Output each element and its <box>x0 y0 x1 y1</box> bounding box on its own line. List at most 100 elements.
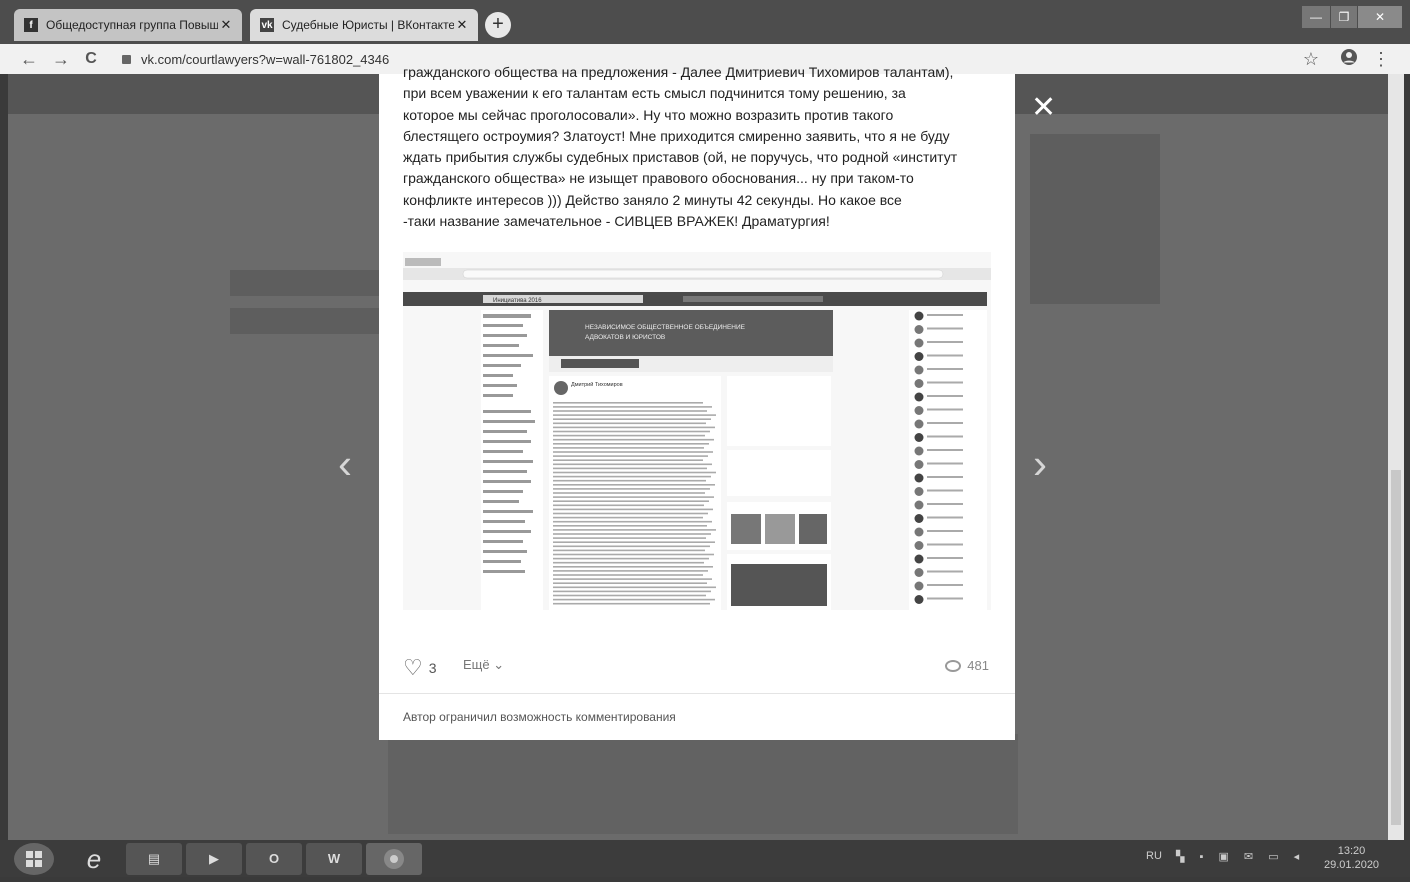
screenshot-text-line <box>553 402 703 404</box>
screenshot-text-line <box>553 447 704 449</box>
start-button[interactable] <box>14 843 54 875</box>
clock-time: 13:20 <box>1337 845 1366 857</box>
screenshot-member-name <box>927 557 963 559</box>
bookmark-star-icon[interactable]: ☆ <box>1300 48 1322 70</box>
screenshot-member-name <box>927 408 963 411</box>
screenshot-member-name <box>927 368 963 370</box>
screenshot-text-line <box>553 479 706 482</box>
screenshot-text-line <box>553 598 715 601</box>
reload-button[interactable]: C <box>80 48 102 70</box>
screenshot-member-name <box>927 489 963 492</box>
screenshot-avatar <box>914 581 924 591</box>
screenshot-text-line <box>553 570 708 572</box>
screenshot-text-line <box>553 541 715 543</box>
screenshot-member-name <box>927 341 963 343</box>
back-button[interactable]: ← <box>18 48 40 70</box>
outlook-icon[interactable]: O <box>246 843 302 875</box>
wall-post-block <box>388 734 1018 834</box>
screenshot-member-name <box>927 327 963 330</box>
screenshot-text-line <box>553 438 714 441</box>
screenshot-text-line <box>553 537 706 539</box>
url-text: vk.com/courtlawyers?w=wall-761802_4346 <box>141 51 390 67</box>
clock-date: 29.01.2020 <box>1324 859 1380 871</box>
screenshot-avatar <box>914 352 924 361</box>
screenshot-avatar <box>914 311 924 321</box>
screenshot-text-line <box>553 566 713 568</box>
screenshot-avatar <box>914 325 924 334</box>
post-text-line: при всем уважении к его талантам есть см… <box>403 85 906 102</box>
screenshot-avatar <box>914 338 924 348</box>
post-text-line: конфликте интересов ))) Действо заняло 2… <box>403 191 902 208</box>
screenshot-avatar <box>914 527 924 537</box>
view-counter: 481 <box>945 658 989 673</box>
more-button[interactable]: Ещё ⌄ <box>463 657 504 673</box>
close-viewer-icon[interactable]: ✕ <box>1031 90 1056 125</box>
group-cover <box>1030 134 1160 304</box>
screenshot-member-name <box>927 516 963 519</box>
tab-label: Судебные Юристы | ВКонтакте <box>282 18 454 32</box>
forward-button[interactable]: → <box>50 48 72 70</box>
divider <box>379 693 1015 694</box>
scrollbar-thumb[interactable] <box>1391 470 1401 825</box>
tab-facebook-group[interactable]: f Общедоступная группа Повыш ✕ <box>14 9 242 41</box>
chrome-icon[interactable] <box>366 843 422 875</box>
close-tab-icon[interactable]: ✕ <box>218 17 234 33</box>
screenshot-member-name <box>927 422 963 424</box>
screenshot-text-line <box>553 463 712 466</box>
screenshot-avatar <box>914 392 924 402</box>
next-post-arrow-icon[interactable]: › <box>1033 440 1047 488</box>
screenshot-text-line <box>553 430 710 433</box>
post-actions-bar: ♡ 3 Ещё ⌄ 481 <box>379 649 1015 689</box>
word-icon[interactable]: W <box>306 843 362 875</box>
screenshot-text-line <box>553 471 716 474</box>
post-attached-screenshot[interactable]: Инициатива 2016 НЕЗАВИСИМОЕ ОБЩЕСТВЕННОЕ… <box>403 252 991 610</box>
clock[interactable]: 13:20 29.01.2020 <box>1324 844 1379 872</box>
facebook-icon: f <box>24 18 38 32</box>
screenshot-text-line <box>553 549 705 552</box>
profile-icon[interactable] <box>1338 48 1360 70</box>
prev-post-arrow-icon[interactable]: ‹ <box>338 440 352 488</box>
screenshot-text-line <box>553 529 716 531</box>
screenshot-text-line <box>553 414 716 416</box>
language-indicator[interactable]: RU <box>1146 850 1162 862</box>
media-player-icon[interactable]: ▶ <box>186 843 242 875</box>
minimize-button[interactable]: — <box>1302 6 1330 28</box>
screenshot-member-name <box>927 381 963 384</box>
internet-explorer-icon[interactable]: e <box>70 843 118 875</box>
screenshot-text-line <box>553 553 714 556</box>
screenshot-text-line <box>553 422 706 425</box>
like-button[interactable]: ♡ 3 <box>403 655 437 681</box>
browser-menu-icon[interactable]: ⋮ <box>1370 48 1392 70</box>
screenshot-text-line <box>553 602 710 605</box>
file-explorer-icon[interactable]: ▤ <box>126 843 182 875</box>
screenshot-avatar <box>914 433 924 442</box>
more-label: Ещё <box>463 657 490 672</box>
screenshot-text-line <box>553 504 704 507</box>
close-window-button[interactable]: ✕ <box>1358 6 1402 28</box>
screenshot-text-line <box>553 406 712 408</box>
screenshot-header-title: Инициатива 2016 <box>493 298 542 304</box>
lock-icon <box>122 54 131 64</box>
screenshot-avatar <box>914 541 924 550</box>
post-text-line: блестящего остроумия? Златоуст! Мне прих… <box>403 127 950 144</box>
screenshot-member-name <box>927 354 963 357</box>
tab-vk-court-lawyers[interactable]: vk Судебные Юристы | ВКонтакте ✕ <box>250 9 478 41</box>
url-field[interactable]: vk.com/courtlawyers?w=wall-761802_4346 <box>122 49 389 69</box>
close-tab-icon[interactable]: ✕ <box>454 17 470 33</box>
screenshot-member-name <box>927 584 963 586</box>
screenshot-avatar <box>914 595 924 604</box>
system-tray-icons[interactable]: ▚ ▪ ▣ ✉ ▭ ◂ <box>1176 850 1316 863</box>
maximize-button[interactable]: ❐ <box>1331 6 1357 28</box>
screenshot-member-name <box>927 395 963 397</box>
screenshot-text-line <box>553 467 707 470</box>
post-text-line: гражданского общества» не изыщет правово… <box>403 170 914 187</box>
screenshot-text-line <box>553 410 707 412</box>
screenshot-text-line <box>553 492 705 494</box>
like-count: 3 <box>428 660 437 676</box>
comments-restricted-note: Автор ограничил возможность комментирова… <box>403 710 676 724</box>
new-tab-button[interactable]: + <box>485 12 511 38</box>
windows-taskbar: e ▤ ▶ O W RU ▚ ▪ ▣ ✉ ▭ ◂ 13:20 29.01.202… <box>0 840 1410 877</box>
screenshot-text-line <box>553 574 703 576</box>
screenshot-member-name <box>927 597 963 600</box>
screenshot-banner-line1: НЕЗАВИСИМОЕ ОБЩЕСТВЕННОЕ ОБЪЕДИНЕНИЕ <box>585 324 746 331</box>
